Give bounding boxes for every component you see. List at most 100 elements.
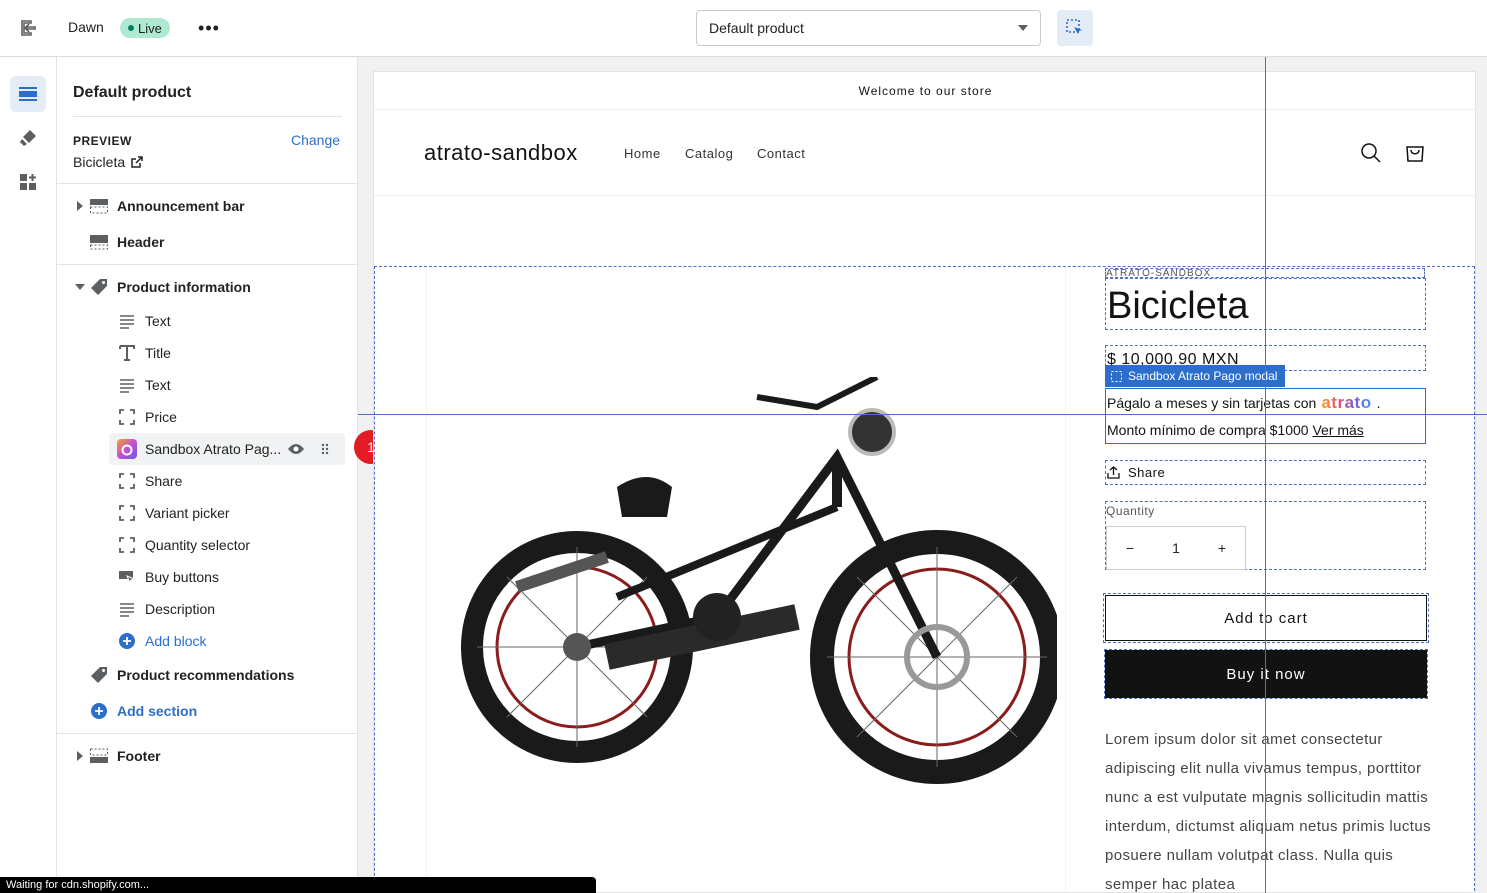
inspector-button[interactable]	[1057, 10, 1093, 46]
caret-down-icon[interactable]	[75, 282, 85, 292]
block-description[interactable]: Description	[57, 593, 358, 625]
block-title[interactable]: Title	[57, 337, 358, 369]
quantity-stepper[interactable]: − 1 +	[1106, 526, 1246, 570]
quantity-plus-button[interactable]: +	[1199, 540, 1245, 556]
drag-handle-icon[interactable]	[319, 441, 331, 457]
atrato-message: Págalo a meses y sin tarjetas con atrato…	[1107, 393, 1380, 413]
theme-settings-rail-button[interactable]	[10, 120, 46, 156]
add-circle-icon	[89, 701, 109, 721]
apps-icon	[20, 174, 36, 190]
divider	[57, 264, 358, 265]
block-price[interactable]: Price	[57, 401, 358, 433]
product-description[interactable]: Lorem ipsum dolor sit amet consectetur a…	[1105, 725, 1435, 892]
more-actions-button[interactable]: •••	[196, 14, 222, 42]
section-product-recommendations[interactable]: Product recommendations	[57, 659, 358, 691]
cart-icon[interactable]	[1404, 141, 1426, 163]
eye-icon[interactable]	[287, 440, 305, 458]
block-share[interactable]: Share	[57, 465, 358, 497]
search-icon[interactable]	[1360, 142, 1382, 164]
share-label: Share	[1128, 465, 1166, 480]
nav-catalog[interactable]: Catalog	[685, 146, 733, 161]
app-embeds-rail-button[interactable]	[10, 164, 46, 200]
block-label: Share	[145, 473, 183, 489]
caret-right-icon[interactable]	[75, 751, 85, 761]
preview-change-link[interactable]: Change	[291, 132, 340, 148]
divider	[73, 116, 342, 117]
title-icon	[117, 343, 137, 363]
template-select-value: Default product	[709, 20, 804, 36]
text-icon	[117, 375, 137, 395]
dashed-square-icon	[117, 503, 137, 523]
atrato-more-link[interactable]: Ver más	[1312, 422, 1363, 438]
section-label: Announcement bar	[117, 198, 245, 214]
announcement-bar[interactable]: Welcome to our store	[374, 72, 1475, 110]
selected-block-tag: Sandbox Atrato Pago modal	[1105, 365, 1286, 387]
add-section-button[interactable]: Add section	[57, 695, 358, 727]
exit-button[interactable]	[14, 14, 42, 42]
nav-home[interactable]: Home	[624, 146, 661, 161]
buy-now-button[interactable]: Buy it now	[1104, 649, 1428, 699]
quantity-input[interactable]: 1	[1153, 540, 1199, 556]
block-text-2[interactable]: Text	[57, 369, 358, 401]
block-buy-buttons[interactable]: Buy buttons	[57, 561, 358, 593]
store-logo[interactable]: atrato-sandbox	[424, 140, 578, 166]
top-bar: Dawn Live ••• Default product	[0, 0, 1487, 57]
sections-rail-button[interactable]	[10, 76, 46, 112]
add-block-label: Add block	[145, 633, 207, 649]
section-product-information[interactable]: Product information	[57, 271, 358, 303]
block-quantity-selector[interactable]: Quantity selector	[57, 529, 358, 561]
share-icon	[1107, 466, 1120, 479]
block-text[interactable]: Text	[57, 305, 358, 337]
block-label: Title	[145, 345, 171, 361]
sidebar: Default product PREVIEW Change Bicicleta…	[57, 57, 358, 893]
dashed-square-icon	[117, 407, 137, 427]
nav-contact[interactable]: Contact	[757, 146, 805, 161]
add-block-button[interactable]: Add block	[57, 625, 358, 657]
dashed-square-icon	[1111, 370, 1122, 382]
atrato-logo: atrato	[1321, 393, 1372, 412]
live-badge: Live	[120, 18, 170, 38]
block-label: Text	[145, 313, 171, 329]
add-circle-icon	[117, 631, 137, 651]
atrato-message-text: Págalo a meses y sin tarjetas con	[1107, 395, 1317, 411]
text-icon	[117, 599, 137, 619]
header-icon	[89, 232, 109, 252]
text-icon	[117, 311, 137, 331]
block-label: Buy buttons	[145, 569, 219, 585]
block-label: Variant picker	[145, 505, 230, 521]
atrato-minimum: Monto mínimo de compra $1000 Ver más	[1107, 422, 1364, 438]
announcement-bar-icon	[89, 196, 109, 216]
period: .	[1376, 395, 1381, 411]
quantity-label: Quantity	[1106, 504, 1155, 518]
footer-icon	[89, 746, 109, 766]
vertical-guide-line	[1265, 57, 1266, 893]
store-header: atrato-sandbox Home Catalog Contact	[374, 110, 1475, 196]
block-label: Description	[145, 601, 216, 617]
product-media[interactable]	[426, 267, 1066, 892]
status-bar: Waiting for cdn.shopify.com...	[0, 877, 596, 893]
tag-icon	[89, 665, 109, 685]
section-footer[interactable]: Footer	[57, 740, 358, 772]
atrato-minimum-text: Monto mínimo de compra $1000	[1107, 422, 1309, 438]
section-label: Header	[117, 234, 165, 250]
preview-product[interactable]: Bicicleta	[73, 154, 143, 170]
add-to-cart-button[interactable]: Add to cart	[1103, 593, 1429, 643]
template-select[interactable]: Default product	[696, 10, 1041, 46]
theme-name: Dawn	[68, 19, 104, 35]
paintbrush-icon	[20, 130, 36, 146]
section-header[interactable]: Header	[57, 226, 358, 258]
block-label: Quantity selector	[145, 537, 251, 553]
divider	[57, 183, 358, 184]
block-sandbox-atrato-pago[interactable]: Sandbox Atrato Pag...	[109, 433, 345, 465]
product-section[interactable]: ATRATO-SANDBOX Bicicleta $ 10,000.90 MXN…	[374, 266, 1475, 892]
block-label: Price	[145, 409, 177, 425]
product-title: Bicicleta	[1107, 285, 1249, 327]
block-label: Sandbox Atrato Pag...	[145, 441, 282, 457]
quantity-minus-button[interactable]: −	[1107, 540, 1153, 556]
horizontal-guide-line	[358, 414, 1487, 415]
block-variant-picker[interactable]: Variant picker	[57, 497, 358, 529]
section-announcement-bar[interactable]: Announcement bar	[57, 190, 358, 222]
preview-product-label: Bicicleta	[73, 154, 126, 170]
caret-right-icon[interactable]	[75, 201, 85, 211]
cursor-button-icon	[117, 567, 137, 587]
